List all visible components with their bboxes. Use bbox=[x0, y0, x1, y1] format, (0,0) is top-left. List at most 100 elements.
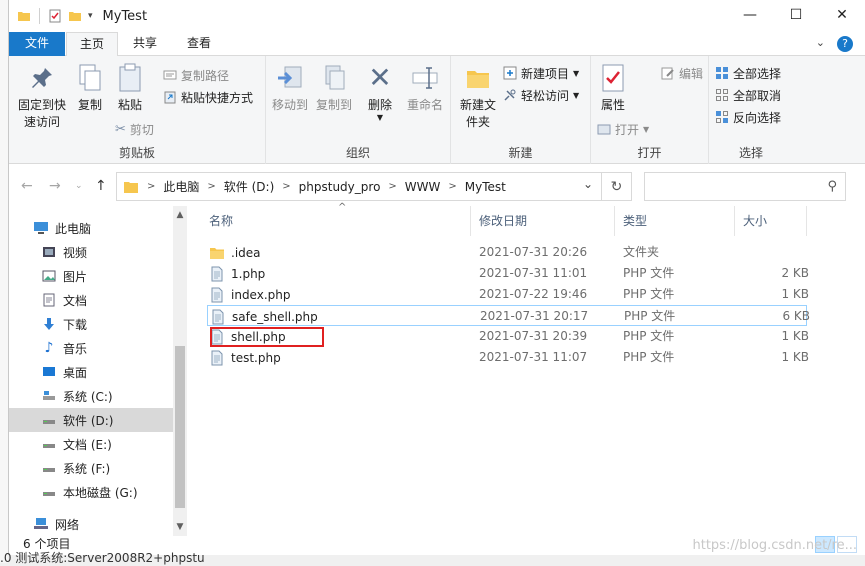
invert-selection-button[interactable]: 反向选择 bbox=[715, 106, 781, 128]
select-all-button[interactable]: 全部选择 bbox=[715, 62, 781, 84]
group-clipboard: 固定到快速访问 复制 粘贴 复制路径 粘贴快捷方式 ✂ 剪切 剪贴板 bbox=[9, 56, 266, 164]
file-type: PHP 文件 bbox=[623, 287, 675, 301]
scissors-icon: ✂ bbox=[115, 121, 126, 137]
file-row[interactable]: index.php 2021-07-22 19:46 PHP 文件 1 KB bbox=[207, 284, 809, 305]
nav-item-documents[interactable]: 文档 bbox=[9, 288, 173, 312]
tab-view[interactable]: 查看 bbox=[177, 32, 221, 56]
copy-path-button[interactable]: 复制路径 bbox=[163, 64, 229, 86]
select-none-button[interactable]: 全部取消 bbox=[715, 84, 781, 106]
drive-icon bbox=[41, 413, 57, 427]
file-date: 2021-07-31 20:17 bbox=[480, 309, 589, 323]
php-file-icon bbox=[211, 287, 223, 302]
minimize-button[interactable]: — bbox=[727, 0, 773, 30]
nav-item-downloads[interactable]: 下载 bbox=[9, 312, 173, 336]
group-open: 属性 打开 ▼ 编辑 打开 bbox=[591, 56, 709, 164]
new-folder-icon[interactable] bbox=[68, 9, 82, 23]
address-history-chevron-icon[interactable]: ⌄ bbox=[583, 177, 593, 191]
drive-icon bbox=[41, 437, 57, 451]
properties-icon[interactable] bbox=[48, 9, 62, 23]
nav-item-videos[interactable]: 视频 bbox=[9, 240, 173, 264]
back-arrow-icon[interactable]: ← bbox=[21, 178, 33, 194]
file-date: 2021-07-22 19:46 bbox=[479, 287, 588, 301]
column-header-date[interactable]: 修改日期 bbox=[471, 206, 615, 236]
breadcrumb-mytest[interactable]: MyTest bbox=[465, 180, 506, 194]
scroll-up-icon[interactable]: ▲ bbox=[173, 210, 187, 220]
file-row[interactable]: safe_shell.php 2021-07-31 20:17 PHP 文件 6… bbox=[207, 305, 810, 326]
pin-quick-access-button[interactable]: 固定到快速访问 bbox=[13, 62, 71, 131]
help-icon[interactable]: ? bbox=[837, 36, 853, 52]
new-item-button[interactable]: 新建项目 ▼ bbox=[503, 62, 579, 84]
nav-item-network[interactable]: 网络 bbox=[9, 512, 173, 536]
rename-button[interactable]: 重命名 bbox=[404, 62, 446, 114]
file-row[interactable]: test.php 2021-07-31 11:07 PHP 文件 1 KB bbox=[207, 347, 809, 368]
nav-item-drive-f[interactable]: 系统 (F:) bbox=[9, 456, 173, 480]
file-size: 6 KB bbox=[782, 309, 810, 323]
edit-icon bbox=[661, 67, 674, 80]
folder-icon bbox=[210, 247, 224, 259]
address-bar[interactable]: > 此电脑 > 软件 (D:) > phpstudy_pro > WWW > M… bbox=[116, 172, 602, 201]
copy-button[interactable]: 复制 bbox=[71, 62, 109, 114]
close-button[interactable]: ✕ bbox=[819, 0, 865, 30]
breadcrumb-phpstudy[interactable]: phpstudy_pro bbox=[299, 180, 381, 194]
file-name: safe_shell.php bbox=[232, 309, 318, 324]
up-arrow-icon[interactable]: ↑ bbox=[95, 178, 107, 194]
delete-dropdown-chevron-icon[interactable]: ▼ bbox=[362, 114, 398, 122]
toolbar-separator bbox=[39, 8, 40, 24]
open-button[interactable]: 打开 ▼ bbox=[597, 118, 649, 140]
move-to-button[interactable]: 移动到 bbox=[270, 62, 310, 114]
scrollbar-thumb[interactable] bbox=[175, 346, 185, 508]
customize-qat-chevron-icon[interactable]: ▾ bbox=[88, 11, 93, 21]
nav-item-desktop[interactable]: 桌面 bbox=[9, 360, 173, 384]
group-select: 全部选择 全部取消 反向选择 选择 bbox=[709, 56, 793, 164]
tab-home[interactable]: 主页 bbox=[66, 32, 118, 57]
column-header-type[interactable]: 类型 bbox=[615, 206, 735, 236]
quick-access-toolbar: ▾ bbox=[9, 8, 93, 24]
delete-button[interactable]: ✕ 删除 ▼ bbox=[362, 62, 398, 122]
tab-share[interactable]: 共享 bbox=[123, 32, 167, 56]
breadcrumb-this-pc[interactable]: 此电脑 bbox=[163, 178, 199, 195]
search-input[interactable]: ⚲ bbox=[644, 172, 846, 201]
select-all-icon bbox=[716, 67, 728, 79]
nav-item-pictures[interactable]: 图片 bbox=[9, 264, 173, 288]
copy-to-button[interactable]: 复制到 bbox=[314, 62, 354, 114]
file-date: 2021-07-31 20:39 bbox=[479, 329, 588, 343]
cut-button[interactable]: ✂ 剪切 bbox=[115, 118, 154, 140]
paste-button[interactable]: 粘贴 bbox=[111, 62, 149, 114]
file-row[interactable]: .idea 2021-07-31 20:26 文件夹 bbox=[207, 242, 807, 263]
nav-item-music[interactable]: ♪ 音乐 bbox=[9, 336, 173, 360]
file-name: 1.php bbox=[231, 266, 266, 281]
nav-item-this-pc[interactable]: 此电脑 bbox=[9, 216, 173, 240]
breadcrumb-drive-d[interactable]: 软件 (D:) bbox=[224, 178, 274, 195]
breadcrumb-www[interactable]: WWW bbox=[405, 180, 441, 194]
refresh-button[interactable]: ↻ bbox=[602, 172, 632, 201]
maximize-button[interactable]: ☐ bbox=[773, 0, 819, 30]
paste-shortcut-button[interactable]: 粘贴快捷方式 bbox=[163, 86, 253, 108]
properties-button[interactable]: 属性 bbox=[595, 62, 631, 114]
file-size: 1 KB bbox=[781, 287, 809, 301]
nav-item-drive-c[interactable]: 系统 (C:) bbox=[9, 384, 173, 408]
nav-item-drive-d[interactable]: 软件 (D:) bbox=[9, 408, 173, 432]
background-footer-text: .0 测试系统:Server2008R2+phpstu bbox=[0, 551, 205, 565]
column-header-name[interactable]: 名称 bbox=[201, 206, 471, 236]
file-name: .idea bbox=[231, 245, 261, 260]
forward-arrow-icon[interactable]: → bbox=[49, 178, 61, 194]
edit-button[interactable]: 编辑 bbox=[661, 62, 703, 84]
chevron-down-icon[interactable]: ⌄ bbox=[816, 36, 825, 52]
delete-x-icon: ✕ bbox=[368, 61, 392, 94]
music-icon: ♪ bbox=[44, 340, 54, 356]
group-label-organize: 组织 bbox=[345, 146, 370, 160]
php-file-icon bbox=[211, 266, 223, 281]
nav-item-drive-e[interactable]: 文档 (E:) bbox=[9, 432, 173, 456]
file-size: 1 KB bbox=[781, 350, 809, 364]
nav-scrollbar[interactable]: ▲ ▼ bbox=[173, 206, 187, 536]
easy-access-button[interactable]: 轻松访问 ▼ bbox=[503, 84, 579, 106]
nav-item-drive-g[interactable]: 本地磁盘 (G:) bbox=[9, 480, 173, 504]
new-folder-button[interactable]: 新建文件夹 bbox=[455, 62, 501, 131]
column-header-size[interactable]: 大小 bbox=[735, 206, 807, 236]
system-drive-icon bbox=[41, 389, 57, 403]
scroll-down-icon[interactable]: ▼ bbox=[173, 522, 187, 532]
file-row[interactable]: 1.php 2021-07-31 11:01 PHP 文件 2 KB bbox=[207, 263, 809, 284]
desktop-icon bbox=[41, 365, 57, 379]
recent-chevron-down-icon[interactable]: ⌄ bbox=[75, 181, 83, 191]
tab-file[interactable]: 文件 bbox=[9, 32, 65, 56]
